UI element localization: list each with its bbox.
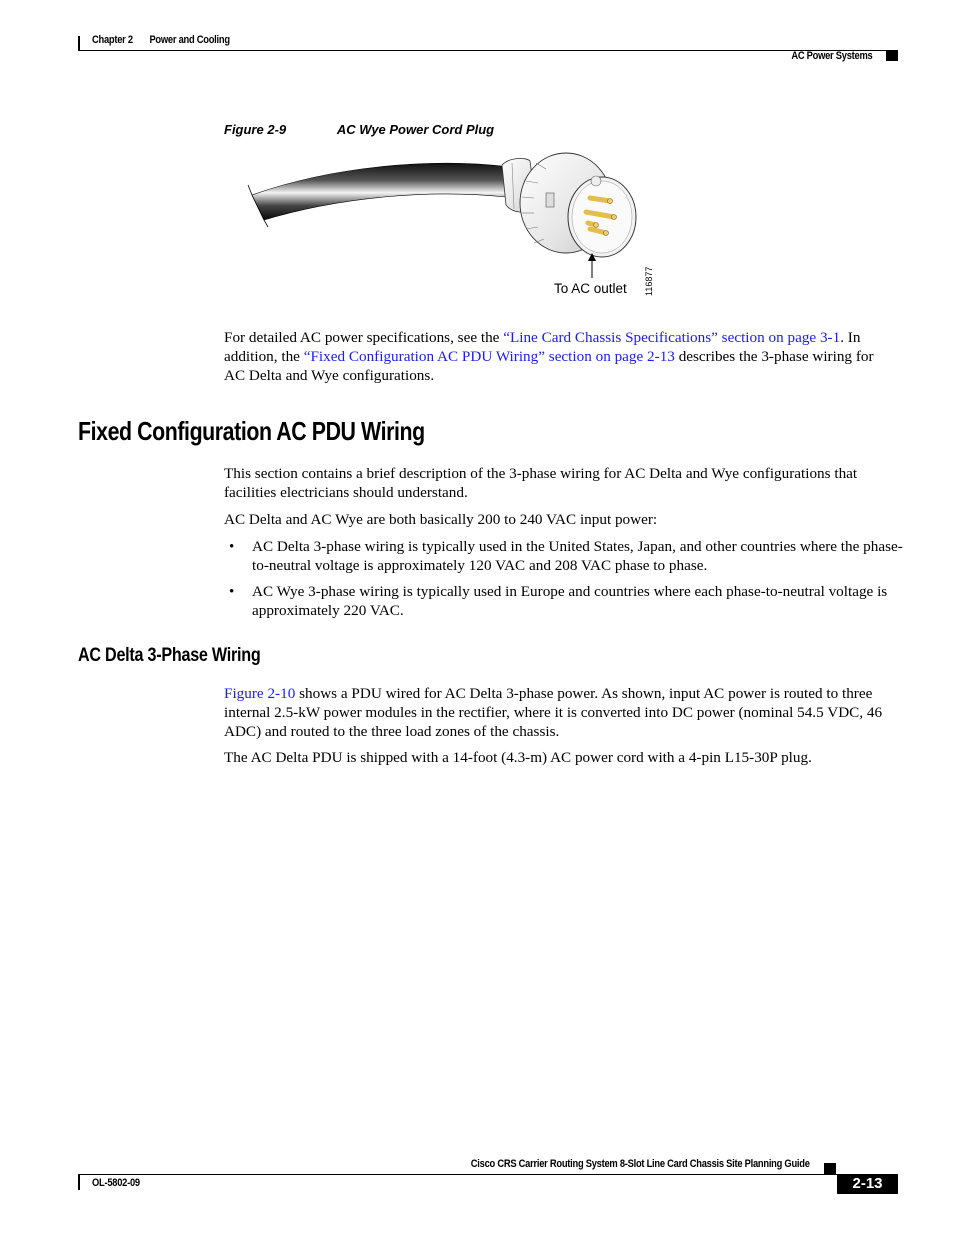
chapter-number: Chapter 2	[92, 34, 133, 46]
figure-caption: Figure 2-9 AC Wye Power Cord Plug	[224, 122, 494, 137]
bullet-icon: •	[229, 583, 235, 600]
footer-doc-number: OL-5802-09	[92, 1177, 140, 1189]
footer-left-tick	[78, 1175, 80, 1190]
footer-page-number: 2-13	[852, 1175, 883, 1192]
figure-number: Figure 2-9	[224, 122, 287, 137]
figure-title: AC Wye Power Cord Plug	[336, 122, 495, 137]
list-item-text: AC Delta 3-phase wiring is typically use…	[252, 538, 903, 574]
list-item: • AC Delta 3-phase wiring is typically us…	[224, 537, 904, 575]
cord	[251, 162, 511, 221]
section-heading-ac-delta: AC Delta 3-Phase Wiring	[78, 645, 261, 666]
header-rule	[78, 50, 898, 51]
intro-text: For detailed AC power specifications, se…	[224, 329, 504, 346]
chapter-title: Power and Cooling	[149, 34, 230, 46]
section1-paragraph-2: AC Delta and AC Wye are both basically 2…	[224, 511, 658, 528]
link-fixed-config-ac-pdu-wiring[interactable]: “Fixed Configuration AC PDU Wiring” sect…	[304, 348, 675, 365]
bullet-list: • AC Delta 3-phase wiring is typically us…	[224, 537, 904, 620]
header-left-tick	[78, 36, 80, 51]
figure-callout: To AC outlet	[554, 281, 627, 296]
section2-paragraph-1-text: shows a PDU wired for AC Delta 3-phase p…	[224, 685, 883, 740]
link-line-card-chassis-specs[interactable]: “Line Card Chassis Specifications” secti…	[503, 329, 840, 346]
intro-paragraph: For detailed AC power specifications, se…	[224, 328, 896, 385]
header-chapter: Chapter 2 Power and Cooling	[92, 34, 230, 46]
footer-rule	[78, 1174, 898, 1175]
section-heading-fixed-config: Fixed Configuration AC PDU Wiring	[78, 416, 425, 446]
list-item: • AC Wye 3-phase wiring is typically used…	[224, 582, 904, 620]
section2-paragraph-1: Figure 2-10 shows a PDU wired for AC Del…	[224, 684, 904, 741]
section2-paragraph-2: The AC Delta PDU is shipped with a 14-fo…	[224, 749, 812, 766]
link-figure-2-10[interactable]: Figure 2-10	[224, 685, 295, 702]
figure-art-id: 116877	[644, 266, 654, 296]
section1-paragraph-1: This section contains a brief descriptio…	[224, 465, 858, 501]
footer-guide-title: Cisco CRS Carrier Routing System 8-Slot …	[471, 1158, 810, 1170]
header-marker-block	[886, 51, 898, 61]
section1-body: This section contains a brief descriptio…	[224, 464, 904, 627]
list-item-text: AC Wye 3-phase wiring is typically used …	[252, 583, 888, 619]
header-section: AC Power Systems	[790, 50, 872, 62]
bullet-icon: •	[229, 538, 235, 555]
section2-body: Figure 2-10 shows a PDU wired for AC Del…	[224, 684, 904, 767]
